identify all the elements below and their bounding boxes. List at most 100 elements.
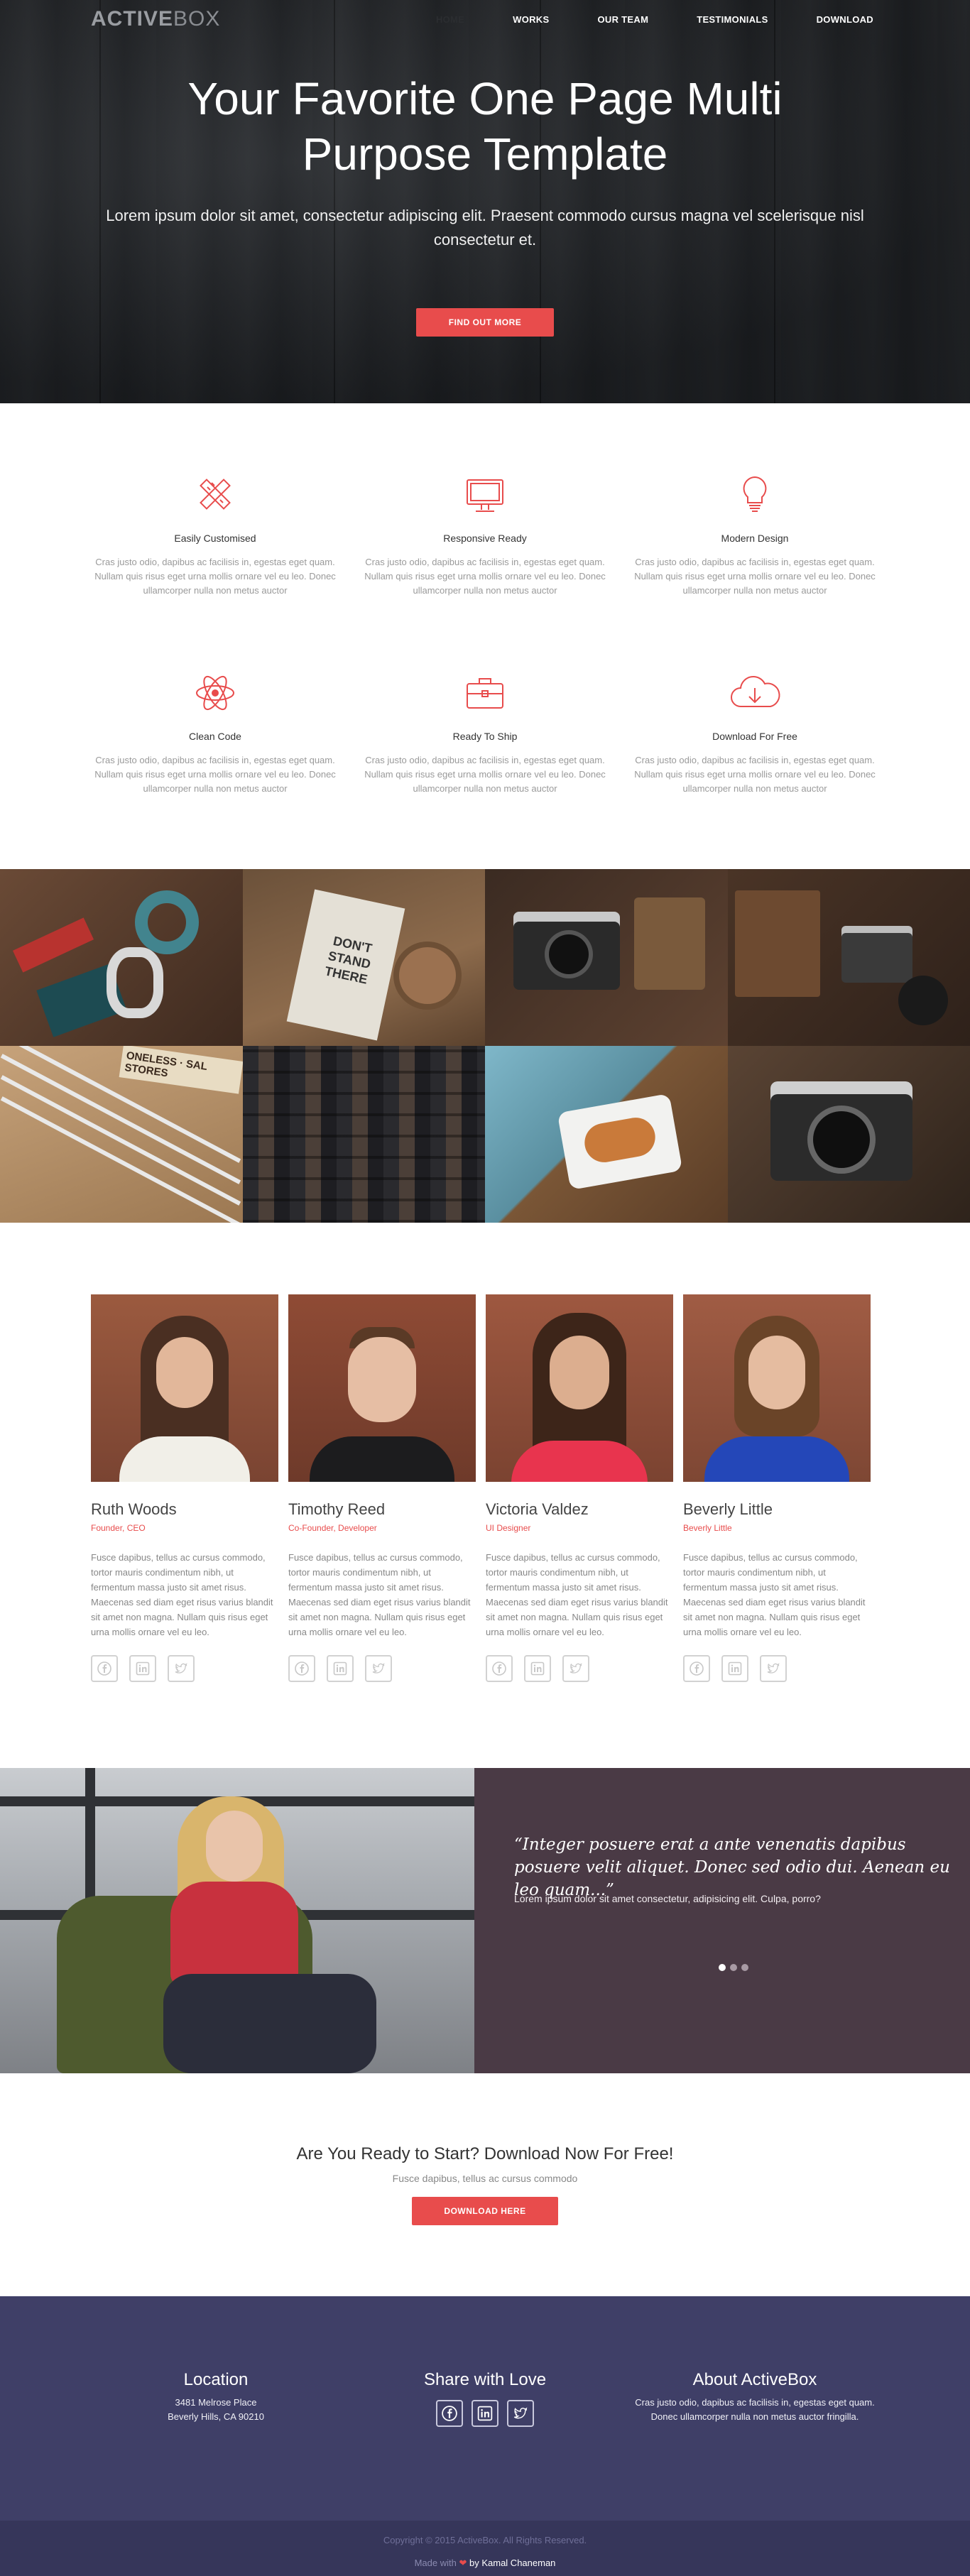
avatar: [288, 1294, 476, 1482]
carousel-dot-2[interactable]: [730, 1964, 737, 1971]
cta-subtitle: Fusce dapibus, tellus ac cursus commodo: [392, 2173, 578, 2184]
footer: Location 3481 Melrose Place Beverly Hills…: [0, 2296, 970, 2521]
features-section: Easily Customised Cras justo odio, dapib…: [0, 403, 970, 869]
footer-location-title: Location: [183, 2370, 249, 2389]
avatar: [91, 1294, 278, 1482]
member-role: Founder, CEO: [91, 1523, 146, 1533]
twitter-icon[interactable]: [562, 1655, 589, 1682]
feature-card: Download For Free Cras justo odio, dapib…: [634, 670, 876, 796]
facebook-icon[interactable]: [288, 1655, 315, 1682]
nav-download[interactable]: DOWNLOAD: [817, 14, 873, 25]
footer-about-text: Cras justo odio, dapibus ac facilisis in…: [635, 2397, 875, 2422]
team-section: Ruth Woods Founder, CEO Fusce dapibus, t…: [0, 1223, 970, 1768]
gallery-image[interactable]: [0, 869, 243, 1046]
carousel-dot-1[interactable]: [719, 1964, 726, 1971]
feature-card: Easily Customised Cras justo odio, dapib…: [94, 471, 336, 598]
team-member-card: Beverly Little Beverly Little Fusce dapi…: [683, 1294, 871, 1682]
feature-card: Modern Design Cras justo odio, dapibus a…: [634, 471, 876, 598]
cta-title: Are You Ready to Start? Download Now For…: [296, 2144, 674, 2163]
linkedin-icon[interactable]: [721, 1655, 748, 1682]
gallery-caption: ONELESS · SAL STORES: [119, 1046, 243, 1094]
linkedin-icon[interactable]: [327, 1655, 354, 1682]
nav-home[interactable]: HOME: [436, 14, 464, 25]
feature-text: Cras justo odio, dapibus ac facilisis in…: [634, 755, 876, 794]
made-with-credit: Made with ❤ by Kamal Chaneman: [414, 2558, 556, 2568]
twitter-icon[interactable]: [760, 1655, 787, 1682]
footer-share: Share with Love: [357, 2370, 613, 2427]
linkedin-icon[interactable]: [524, 1655, 551, 1682]
testimonial-quote: “Integer posuere erat a ante venenatis d…: [514, 1835, 950, 1899]
facebook-icon[interactable]: [683, 1655, 710, 1682]
gallery-image[interactable]: [485, 869, 728, 1046]
member-bio: Fusce dapibus, tellus ac cursus commodo,…: [486, 1552, 668, 1637]
facebook-icon[interactable]: [91, 1655, 118, 1682]
carousel-dot-3[interactable]: [741, 1964, 748, 1971]
nav-works[interactable]: WORKS: [513, 14, 549, 25]
author-link[interactable]: by Kamal Chaneman: [469, 2558, 555, 2568]
atom-icon: [196, 675, 234, 711]
feature-title: Clean Code: [189, 731, 241, 742]
gallery-image[interactable]: DON'T STAND THERE: [243, 869, 485, 1046]
nav-our-team[interactable]: OUR TEAM: [597, 14, 648, 25]
facebook-icon[interactable]: [486, 1655, 513, 1682]
member-bio: Fusce dapibus, tellus ac cursus commodo,…: [288, 1552, 471, 1637]
testimonial-section: “Integer posuere erat a ante venenatis d…: [0, 1768, 970, 2073]
team-member-card: Victoria Valdez UI Designer Fusce dapibu…: [486, 1294, 673, 1682]
navbar: ACTIVEBOX HOME WORKS OUR TEAM TESTIMONIA…: [0, 0, 970, 41]
testimonial-panel: “Integer posuere erat a ante venenatis d…: [474, 1768, 970, 2073]
footer-address: 3481 Melrose Place Beverly Hills, CA 9021…: [168, 2397, 264, 2422]
gallery-image[interactable]: [243, 1046, 485, 1223]
hero-section: ACTIVEBOX HOME WORKS OUR TEAM TESTIMONIA…: [0, 0, 970, 403]
pencil-ruler-icon: [200, 479, 231, 510]
footer-social-links: [357, 2400, 613, 2427]
logo[interactable]: ACTIVEBOX: [91, 7, 220, 31]
gallery-image[interactable]: [728, 1046, 970, 1223]
feature-text: Cras justo odio, dapibus ac facilisis in…: [364, 557, 606, 596]
feature-title: Modern Design: [721, 533, 789, 544]
feature-text: Cras justo odio, dapibus ac facilisis in…: [364, 755, 606, 794]
member-bio: Fusce dapibus, tellus ac cursus commodo,…: [91, 1552, 273, 1637]
lightbulb-icon: [743, 476, 767, 512]
find-out-more-button[interactable]: FIND OUT MORE: [416, 308, 554, 337]
member-role: Co-Founder, Developer: [288, 1523, 377, 1533]
feature-text: Cras justo odio, dapibus ac facilisis in…: [94, 557, 336, 596]
linkedin-icon[interactable]: [129, 1655, 156, 1682]
gallery-image[interactable]: [728, 869, 970, 1046]
download-here-button[interactable]: DOWNLOAD HERE: [412, 2197, 558, 2225]
feature-title: Download For Free: [712, 731, 797, 742]
member-name: Timothy Reed: [288, 1500, 386, 1518]
feature-title: Easily Customised: [174, 533, 256, 544]
member-social-links: [288, 1655, 476, 1682]
feature-text: Cras justo odio, dapibus ac facilisis in…: [634, 557, 876, 596]
briefcase-icon: [467, 678, 503, 709]
gallery-image[interactable]: [485, 1046, 728, 1223]
twitter-icon[interactable]: [168, 1655, 195, 1682]
twitter-icon[interactable]: [365, 1655, 392, 1682]
footer-about: About ActiveBox Cras justo odio, dapibus…: [627, 2370, 883, 2424]
avatar: [486, 1294, 673, 1482]
team-member-card: Ruth Woods Founder, CEO Fusce dapibus, t…: [91, 1294, 278, 1682]
heart-icon: ❤: [459, 2558, 467, 2568]
gallery-image[interactable]: ONELESS · SAL STORES: [0, 1046, 243, 1223]
nav-links: HOME WORKS OUR TEAM TESTIMONIALS DOWNLOA…: [388, 14, 873, 25]
member-social-links: [683, 1655, 871, 1682]
member-name: Victoria Valdez: [486, 1500, 589, 1518]
feature-title: Responsive Ready: [443, 533, 527, 544]
testimonial-photo: [0, 1768, 474, 2073]
member-social-links: [486, 1655, 673, 1682]
hero-subtitle: Lorem ipsum dolor sit amet, consectetur …: [106, 207, 864, 249]
linkedin-icon[interactable]: [472, 2400, 498, 2427]
nav-testimonials[interactable]: TESTIMONIALS: [697, 14, 768, 25]
works-gallery: DON'T STAND THERE ONELESS · SAL STORES: [0, 869, 970, 1223]
twitter-icon[interactable]: [507, 2400, 534, 2427]
feature-text: Cras justo odio, dapibus ac facilisis in…: [94, 755, 336, 794]
member-social-links: [91, 1655, 278, 1682]
feature-card: Responsive Ready Cras justo odio, dapibu…: [364, 471, 606, 598]
cloud-download-icon: [731, 676, 780, 707]
footer-about-title: About ActiveBox: [692, 2370, 817, 2389]
member-role: Beverly Little: [683, 1523, 732, 1533]
feature-card: Ready To Ship Cras justo odio, dapibus a…: [364, 670, 606, 796]
member-role: UI Designer: [486, 1523, 531, 1533]
hero-title: Your Favorite One Page Multi Purpose Temp…: [187, 73, 783, 180]
facebook-icon[interactable]: [436, 2400, 463, 2427]
